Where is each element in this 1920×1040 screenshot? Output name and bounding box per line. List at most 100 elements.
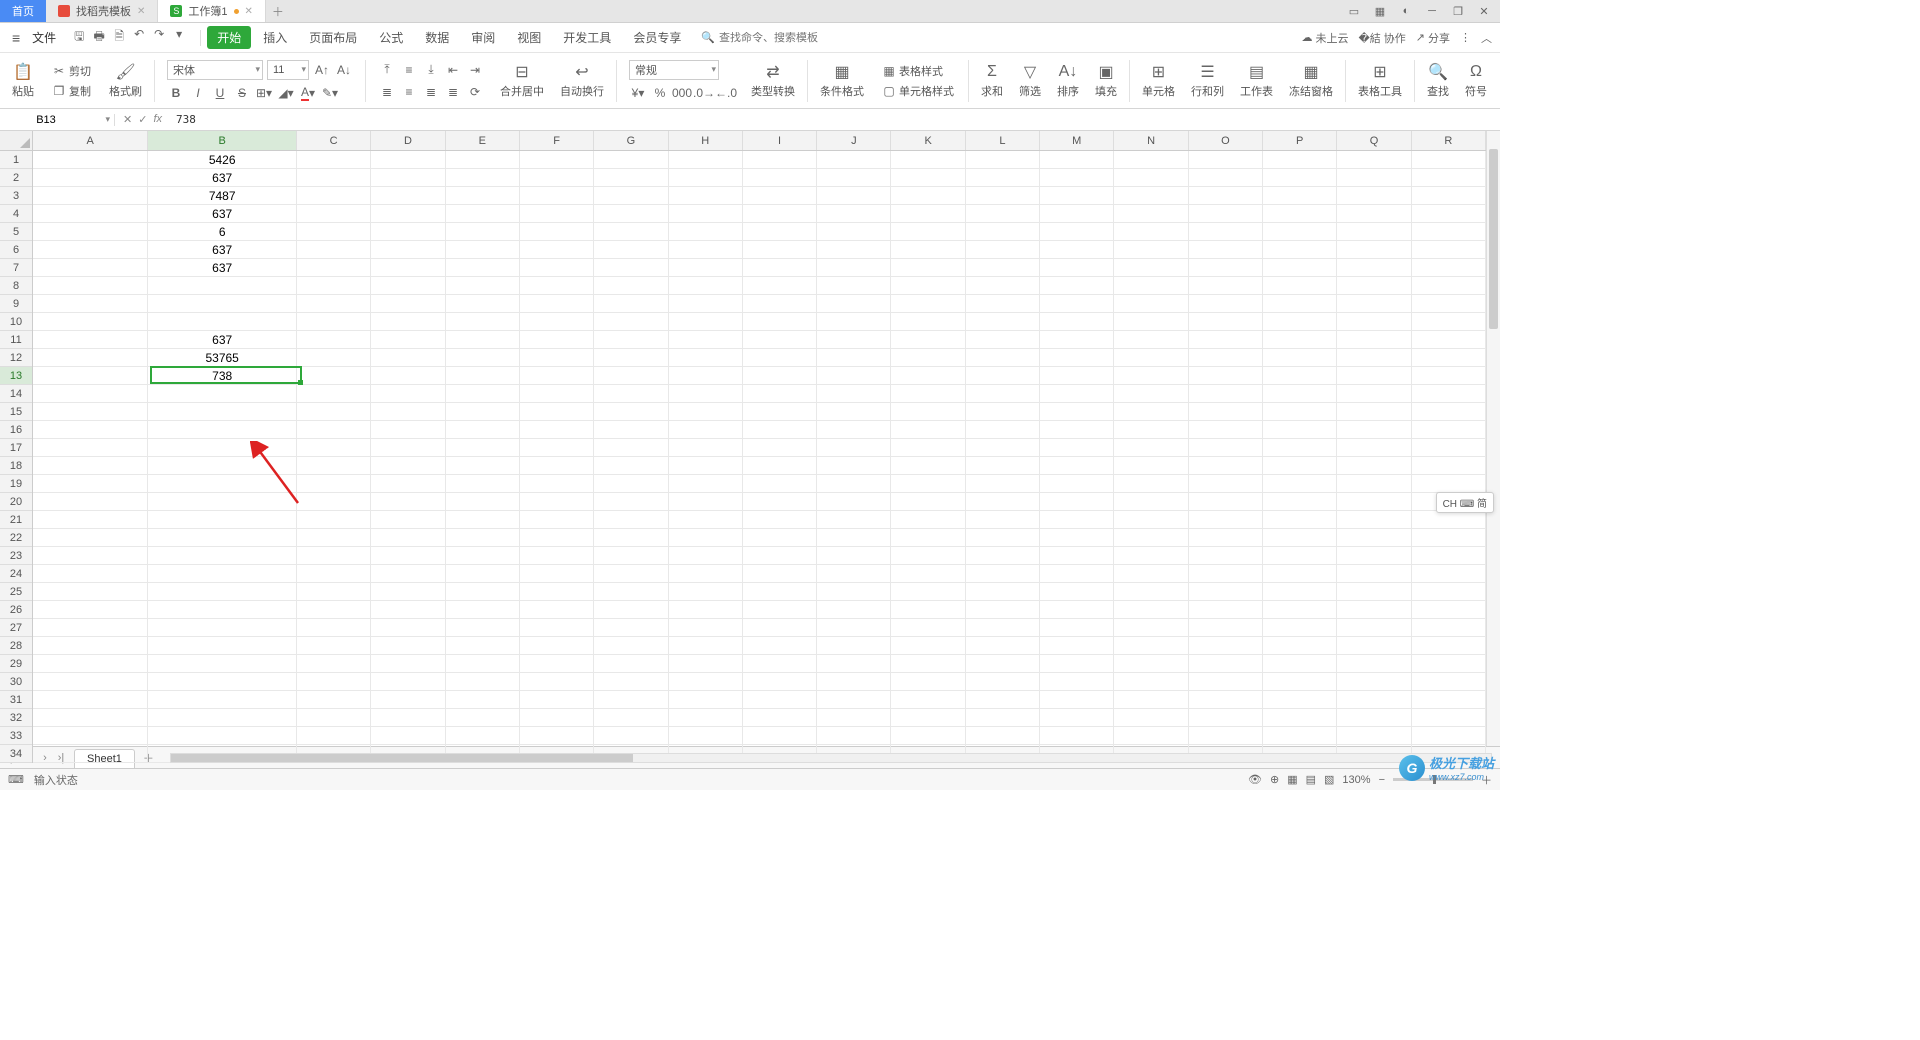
cell[interactable] — [371, 421, 445, 439]
align-right-icon[interactable]: ≣ — [422, 83, 440, 101]
horizontal-scrollbar[interactable] — [170, 753, 1492, 763]
cell[interactable] — [1263, 421, 1337, 439]
cell[interactable] — [817, 727, 891, 745]
cell[interactable] — [1263, 223, 1337, 241]
cell[interactable] — [594, 655, 668, 673]
cell[interactable] — [891, 277, 965, 295]
name-box[interactable] — [0, 114, 115, 126]
cell[interactable] — [817, 457, 891, 475]
cell[interactable] — [1337, 385, 1411, 403]
cell[interactable] — [966, 223, 1040, 241]
cell[interactable] — [148, 493, 297, 511]
cell[interactable] — [594, 187, 668, 205]
menu-data[interactable]: 数据 — [415, 26, 459, 49]
cell[interactable] — [297, 457, 371, 475]
cell[interactable] — [1040, 457, 1114, 475]
cell[interactable] — [520, 241, 594, 259]
cell[interactable] — [1040, 403, 1114, 421]
cell[interactable] — [669, 367, 743, 385]
cell[interactable] — [446, 403, 520, 421]
cell[interactable] — [297, 259, 371, 277]
cell[interactable] — [1412, 259, 1486, 277]
cell[interactable] — [1412, 169, 1486, 187]
cell[interactable] — [1040, 367, 1114, 385]
cell[interactable] — [669, 169, 743, 187]
cell[interactable] — [1040, 187, 1114, 205]
cell[interactable] — [520, 349, 594, 367]
cell[interactable] — [743, 601, 817, 619]
cell[interactable] — [33, 619, 148, 637]
cell[interactable] — [1337, 565, 1411, 583]
cell[interactable] — [743, 457, 817, 475]
cell[interactable] — [1040, 349, 1114, 367]
cell[interactable] — [1114, 637, 1188, 655]
cell[interactable] — [520, 655, 594, 673]
row-header[interactable]: 15 — [0, 403, 32, 421]
orientation-icon[interactable]: ⟳ — [466, 83, 484, 101]
cell[interactable]: 738 — [148, 367, 297, 385]
row-header[interactable]: 6 — [0, 241, 32, 259]
cell[interactable] — [966, 205, 1040, 223]
row-headers[interactable]: 1234567891011121314151617181920212223242… — [0, 151, 33, 763]
cell[interactable] — [1040, 493, 1114, 511]
cell[interactable] — [669, 187, 743, 205]
cell[interactable] — [1040, 439, 1114, 457]
menu-review[interactable]: 审阅 — [461, 26, 505, 49]
cell[interactable] — [669, 475, 743, 493]
cell[interactable] — [33, 493, 148, 511]
more-icon[interactable]: ⋮ — [1460, 31, 1471, 44]
cell[interactable] — [891, 727, 965, 745]
cell[interactable] — [817, 619, 891, 637]
cell[interactable] — [669, 421, 743, 439]
cell[interactable] — [669, 259, 743, 277]
cell[interactable] — [520, 259, 594, 277]
cell[interactable] — [594, 547, 668, 565]
cell[interactable] — [297, 331, 371, 349]
cell[interactable] — [743, 277, 817, 295]
cell[interactable] — [1337, 403, 1411, 421]
cell[interactable] — [1114, 403, 1188, 421]
maximize-button[interactable]: ❐ — [1450, 5, 1466, 18]
cell[interactable] — [1412, 151, 1486, 169]
cell[interactable] — [669, 673, 743, 691]
column-header[interactable]: G — [594, 131, 668, 150]
name-box-input[interactable] — [6, 114, 86, 126]
cell[interactable] — [446, 619, 520, 637]
cell[interactable] — [1114, 709, 1188, 727]
layout-icon[interactable]: ⊕ — [1270, 773, 1279, 786]
cell[interactable] — [1114, 475, 1188, 493]
row-header[interactable]: 26 — [0, 601, 32, 619]
cell[interactable] — [817, 637, 891, 655]
cell[interactable] — [297, 493, 371, 511]
cell[interactable] — [33, 655, 148, 673]
cell[interactable] — [446, 511, 520, 529]
cell[interactable] — [1337, 349, 1411, 367]
cell[interactable] — [966, 241, 1040, 259]
cell[interactable] — [669, 619, 743, 637]
cell[interactable] — [1263, 493, 1337, 511]
cell[interactable] — [743, 565, 817, 583]
cell[interactable] — [966, 511, 1040, 529]
cell[interactable] — [817, 475, 891, 493]
column-header[interactable]: C — [297, 131, 371, 150]
cell[interactable] — [446, 583, 520, 601]
cell[interactable] — [743, 529, 817, 547]
cell[interactable] — [743, 709, 817, 727]
cell[interactable] — [743, 205, 817, 223]
cell[interactable] — [371, 439, 445, 457]
cell[interactable] — [1189, 295, 1263, 313]
cell[interactable] — [1114, 529, 1188, 547]
cell[interactable] — [891, 187, 965, 205]
cell[interactable] — [148, 601, 297, 619]
cell[interactable] — [594, 241, 668, 259]
cell[interactable] — [520, 637, 594, 655]
cell[interactable] — [891, 403, 965, 421]
cell[interactable] — [148, 511, 297, 529]
cell[interactable] — [33, 223, 148, 241]
align-center-icon[interactable]: ≡ — [400, 83, 418, 101]
cell[interactable] — [966, 421, 1040, 439]
cell[interactable] — [371, 655, 445, 673]
cell[interactable] — [1040, 223, 1114, 241]
cell[interactable] — [1040, 313, 1114, 331]
column-header[interactable]: B — [148, 131, 297, 150]
